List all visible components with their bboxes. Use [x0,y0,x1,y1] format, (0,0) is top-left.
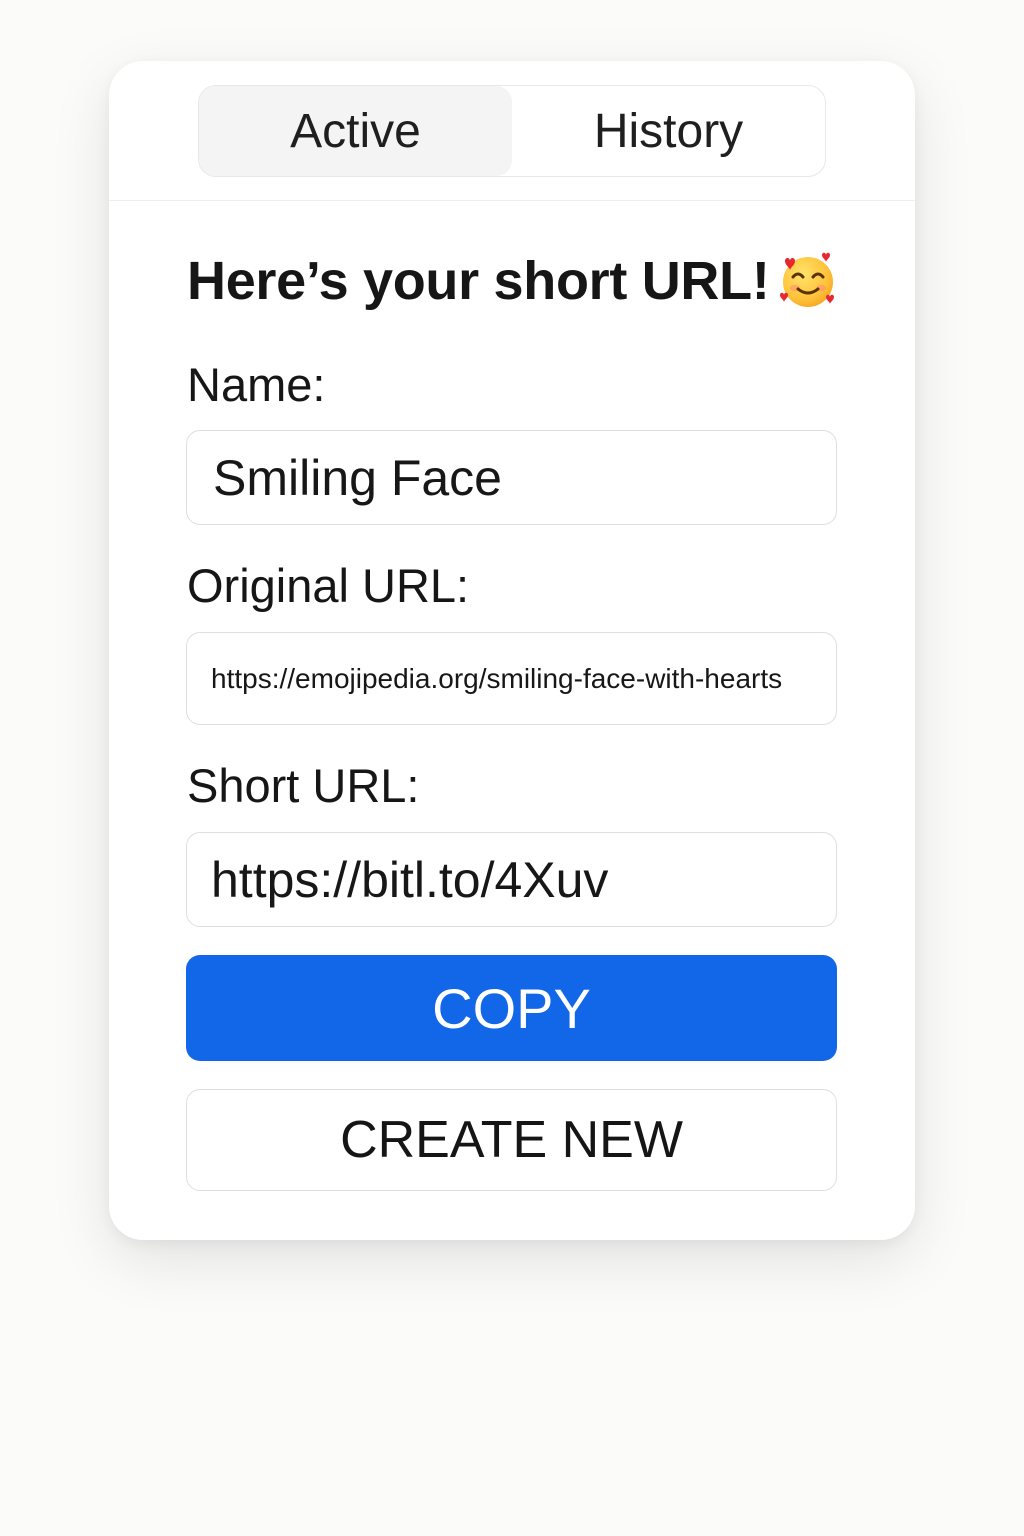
original-url-field[interactable]: https://emojipedia.org/smiling-face-with… [186,632,837,725]
tab-history[interactable]: History [512,86,825,176]
original-url-label: Original URL: [187,559,470,612]
tab-active[interactable]: Active [199,86,512,176]
original-url-value: https://emojipedia.org/smiling-face-with… [211,662,783,694]
name-value: Smiling Face [213,449,502,506]
name-field[interactable]: Smiling Face [186,430,837,525]
name-label: Name: [187,358,326,411]
short-url-label: Short URL: [187,759,420,812]
copy-button[interactable]: COPY [186,955,837,1061]
tab-bar: Active History [198,85,826,177]
page-title: Here’s your short URL! [187,249,840,313]
smiling-face-with-hearts-icon [779,252,834,307]
short-url-value: https://bitl.to/4Xuv [211,851,609,908]
header-divider [109,200,915,201]
page-title-text: Here’s your short URL! [187,251,770,311]
short-url-card: Active History Here’s your short URL! Na… [109,61,915,1240]
short-url-field[interactable]: https://bitl.to/4Xuv [186,832,837,927]
create-new-button[interactable]: CREATE NEW [186,1089,837,1191]
